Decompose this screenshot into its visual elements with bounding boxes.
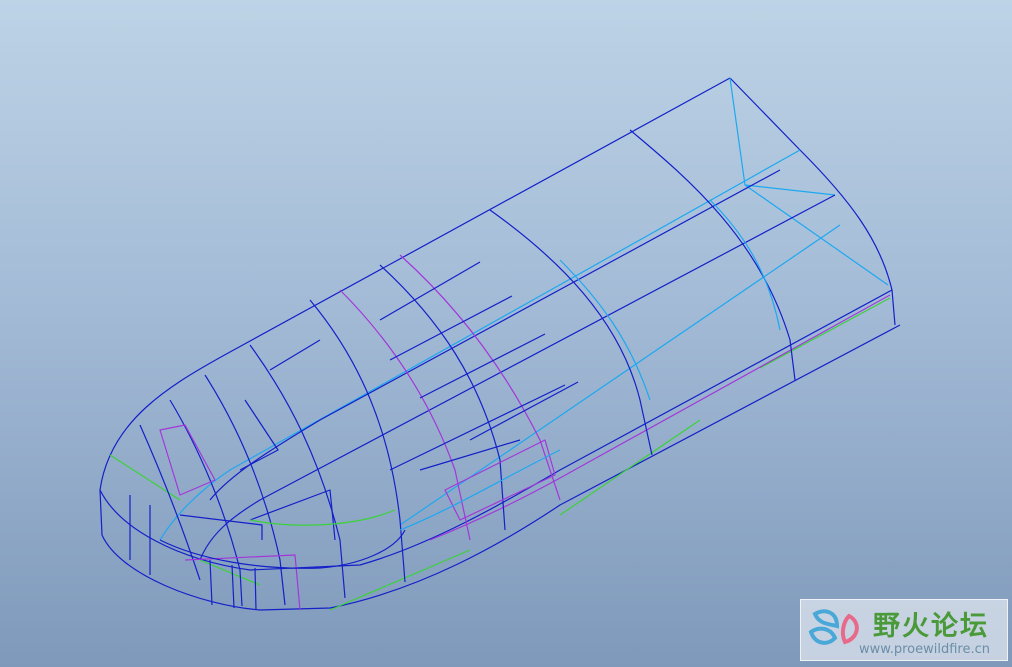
frame-1 (629, 129, 796, 381)
watermark-url: www.proewildfire.cn (859, 642, 990, 657)
stringer-1 (159, 149, 801, 541)
frame-6 (204, 374, 286, 606)
rib-lines (269, 261, 579, 471)
purple-frame-2 (339, 289, 471, 541)
frame-7 (169, 399, 243, 607)
hull-green-edge (109, 297, 891, 611)
frame-3 (379, 264, 506, 531)
watermark-title: 野火论坛 (873, 611, 989, 642)
hull-back-inner (729, 77, 889, 286)
cyan-frame-2 (709, 199, 781, 331)
hull-side-edge (99, 289, 893, 571)
stringer-4 (209, 169, 781, 501)
watermark-badge: 野火论坛 www.proewildfire.cn (800, 599, 1008, 661)
graphics-viewport[interactable]: 野火论坛 www.proewildfire.cn (0, 0, 1012, 667)
purple-frame-1 (399, 254, 561, 501)
stringer-2 (199, 194, 836, 561)
hull-back-face (729, 77, 896, 326)
purple-frame-4 (444, 439, 556, 521)
frame-5 (249, 344, 346, 599)
wireframe-model[interactable] (0, 0, 1012, 667)
purple-frame-3 (159, 424, 216, 496)
cyan-frame-1 (559, 259, 651, 401)
butterfly-logo-icon (808, 609, 859, 645)
frame-4 (309, 299, 406, 583)
